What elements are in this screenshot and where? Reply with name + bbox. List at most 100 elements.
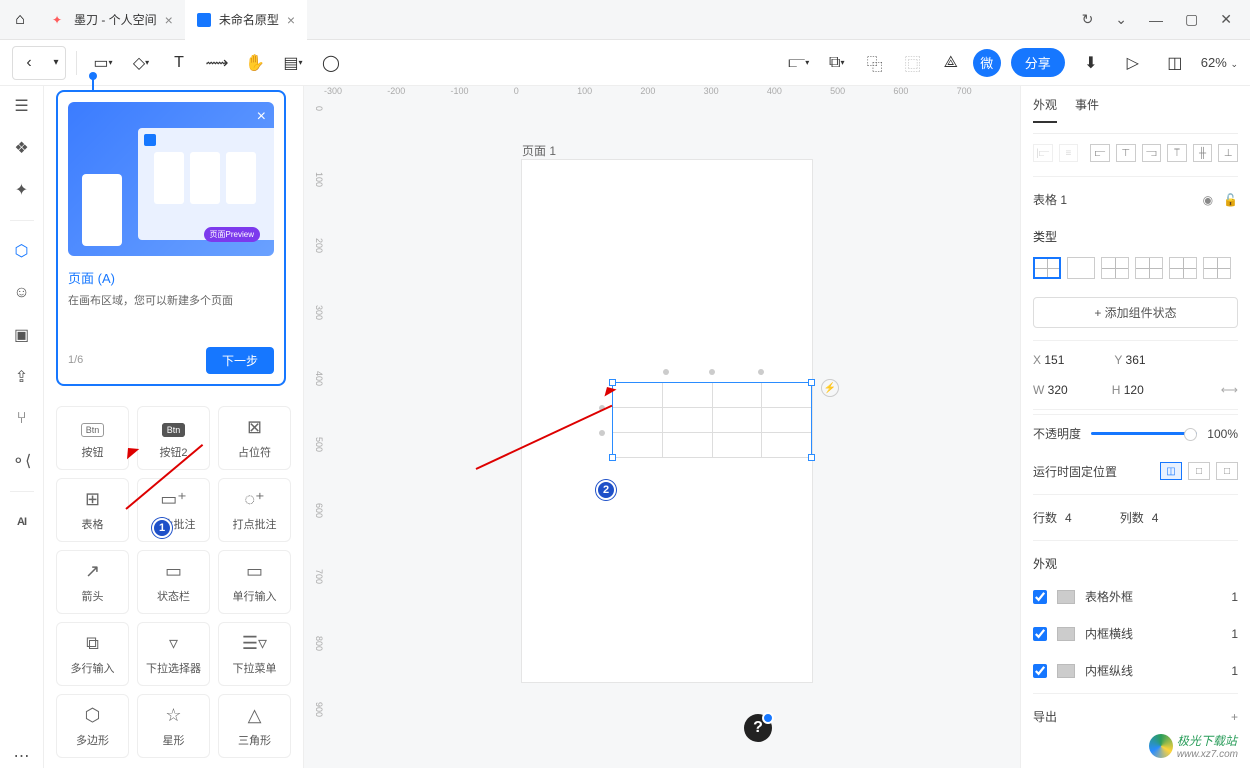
zoom-display[interactable]: 62% ⌄ xyxy=(1201,55,1238,70)
component-tri[interactable]: △三角形 xyxy=(218,694,291,758)
tab-label: 未命名原型 xyxy=(219,11,279,28)
align-left-icon[interactable]: ⫍▾ xyxy=(783,47,815,79)
rail-assets-icon[interactable]: ✦ xyxy=(10,178,34,202)
onboarding-step: 1/6 xyxy=(68,354,83,366)
rail-ai-icon[interactable]: AI xyxy=(10,510,34,534)
align-icon[interactable]: ╫ xyxy=(1193,144,1213,162)
titlebar: ⌂ ✦ 墨刀 - 个人空间 × 未命名原型 × ↻ ⌄ — ▢ ✕ xyxy=(0,0,1250,40)
page-label: 页面 1 xyxy=(522,142,556,159)
rail-layers-icon[interactable]: ❖ xyxy=(10,136,34,160)
lock-icon[interactable]: ⟁ xyxy=(935,47,967,79)
file-icon xyxy=(197,13,211,27)
reload-icon[interactable]: ↻ xyxy=(1082,11,1094,28)
shape-tool[interactable]: ◇▾ xyxy=(125,47,157,79)
component-btn[interactable]: Btn按钮 xyxy=(56,406,129,470)
wei-button[interactable]: 微 xyxy=(973,49,1001,77)
component-bar[interactable]: ▭状态栏 xyxy=(137,550,210,614)
align-l-icon[interactable]: |⫍ xyxy=(1033,144,1053,162)
back-button[interactable]: ‹ xyxy=(13,47,45,79)
component-sel[interactable]: ▿下拉选择器 xyxy=(137,622,210,686)
rail-share-icon[interactable]: ⚬⟨ xyxy=(10,449,34,473)
type-label: 类型 xyxy=(1033,218,1238,251)
tab-label: 墨刀 - 个人空间 xyxy=(74,11,157,28)
align-icon[interactable]: ⟙ xyxy=(1167,144,1187,162)
component-ph[interactable]: ⊠占位符 xyxy=(218,406,291,470)
home-icon[interactable]: ⌂ xyxy=(0,11,40,29)
window-controls: ↻ ⌄ — ▢ ✕ xyxy=(1082,11,1250,28)
component-dot[interactable]: ◌⁺打点批注 xyxy=(218,478,291,542)
visibility-icon[interactable]: ◉ xyxy=(1203,193,1213,207)
rail-components-icon[interactable]: ⬡ xyxy=(10,239,34,263)
tab-prototype[interactable]: 未命名原型 × xyxy=(185,0,307,40)
add-export-icon[interactable]: + xyxy=(1231,710,1238,724)
lock-icon[interactable]: 🔓 xyxy=(1223,193,1238,207)
note-tool[interactable]: ▤▾ xyxy=(277,47,309,79)
minimize-icon[interactable]: — xyxy=(1149,12,1163,28)
rail-image-icon[interactable]: ▣ xyxy=(10,323,34,347)
align-c-icon[interactable]: ≡ xyxy=(1059,144,1079,162)
fix-mode-icon[interactable]: ◫ xyxy=(1160,462,1182,480)
component-arr[interactable]: ↗箭头 xyxy=(56,550,129,614)
comment-tool[interactable]: ◯ xyxy=(315,47,347,79)
onboarding-next-button[interactable]: 下一步 xyxy=(206,347,274,374)
onboarding-title: 页面 (A) xyxy=(68,268,274,287)
component-tbl[interactable]: ⊞表格 xyxy=(56,478,129,542)
rail-flow-icon[interactable]: ⑂ xyxy=(10,407,34,431)
canvas[interactable]: -300-200-1000100200300400500600700 01002… xyxy=(304,86,1020,768)
appearance-check[interactable]: 内框纵线1 xyxy=(1033,652,1238,689)
component-inp[interactable]: ▭单行输入 xyxy=(218,550,291,614)
group-icon[interactable]: ⿴ xyxy=(897,47,929,79)
play-icon[interactable]: ▷ xyxy=(1117,47,1149,79)
close-icon[interactable]: × xyxy=(287,12,295,28)
add-state-button[interactable]: + 添加组件状态 xyxy=(1033,297,1238,328)
appearance-check[interactable]: 表格外框1 xyxy=(1033,578,1238,615)
align-icon[interactable]: ⊤ xyxy=(1116,144,1136,162)
component-poly[interactable]: ⬡多边形 xyxy=(56,694,129,758)
text-tool[interactable]: T xyxy=(163,47,195,79)
help-button[interactable]: ? xyxy=(744,714,772,742)
modao-icon: ✦ xyxy=(52,13,66,27)
boolean-icon[interactable]: ⧉▾ xyxy=(821,47,853,79)
tab-appearance[interactable]: 外观 xyxy=(1033,96,1057,123)
hand-tool[interactable]: ✋ xyxy=(239,47,271,79)
rail-list-icon[interactable]: ☰ xyxy=(10,94,34,118)
back-dropdown[interactable]: ▾ xyxy=(47,47,65,79)
annotation-1: 1 xyxy=(152,518,172,538)
onboarding-desc: 在画布区域，您可以新建多个页面 xyxy=(68,293,274,311)
close-icon[interactable]: × xyxy=(165,12,173,28)
share-button[interactable]: 分享 xyxy=(1011,48,1065,77)
chevron-down-icon[interactable]: ⌄ xyxy=(1115,11,1127,28)
close-onboarding-icon[interactable]: × xyxy=(257,108,266,126)
align-icon[interactable]: ⫍ xyxy=(1090,144,1110,162)
table-type-picker[interactable] xyxy=(1033,251,1238,291)
component-star[interactable]: ☆星形 xyxy=(137,694,210,758)
link-tool[interactable]: ⟿ xyxy=(201,47,233,79)
rail-emoji-icon[interactable]: ☺ xyxy=(10,281,34,305)
toolbar: ‹ ▾ ▭▾ ◇▾ T ⟿ ✋ ▤▾ ◯ ⫍▾ ⧉▾ ⿻ ⿴ ⟁ 微 分享 ⬇ … xyxy=(0,40,1250,86)
link-wh-icon[interactable]: ⟷ xyxy=(1221,383,1238,397)
close-window-icon[interactable]: ✕ xyxy=(1220,11,1232,28)
component-btn2[interactable]: Btn按钮2 xyxy=(137,406,210,470)
component-minp[interactable]: ⧉多行输入 xyxy=(56,622,129,686)
onboarding-hero: × 页面Preview xyxy=(68,102,274,256)
opacity-slider[interactable] xyxy=(1091,432,1197,435)
rail-upload-icon[interactable]: ⇪ xyxy=(10,365,34,389)
rail-more-icon[interactable]: ⋯ xyxy=(10,744,34,768)
tab-workspace[interactable]: ✦ 墨刀 - 个人空间 × xyxy=(40,0,185,40)
rotate-handle[interactable]: ⚡ xyxy=(821,379,839,397)
inspector-panel: 外观 事件 |⫍ ≡ ⫍ ⊤ ⫎ ⟙ ╫ ⊥ 表格 1 ◉ 🔓 类型 + 添加组… xyxy=(1020,86,1250,768)
onboarding-popover: × 页面Preview 页面 (A) 在画布区域，您可以新建多个页面 1/6 下… xyxy=(56,90,286,386)
annotation-2: 2 xyxy=(596,480,616,500)
fix-mode-icon[interactable]: □ xyxy=(1216,462,1238,480)
download-icon[interactable]: ⬇ xyxy=(1075,47,1107,79)
fix-mode-icon[interactable]: □ xyxy=(1188,462,1210,480)
panel-icon[interactable]: ◫ xyxy=(1159,47,1191,79)
component-menu[interactable]: ☰▿下拉菜单 xyxy=(218,622,291,686)
align-icon[interactable]: ⫎ xyxy=(1142,144,1162,162)
combine-icon[interactable]: ⿻ xyxy=(859,47,891,79)
tab-events[interactable]: 事件 xyxy=(1075,96,1099,123)
maximize-icon[interactable]: ▢ xyxy=(1185,11,1198,28)
selected-table[interactable]: ⚡ xyxy=(612,382,812,458)
align-icon[interactable]: ⊥ xyxy=(1218,144,1238,162)
appearance-check[interactable]: 内框横线1 xyxy=(1033,615,1238,652)
